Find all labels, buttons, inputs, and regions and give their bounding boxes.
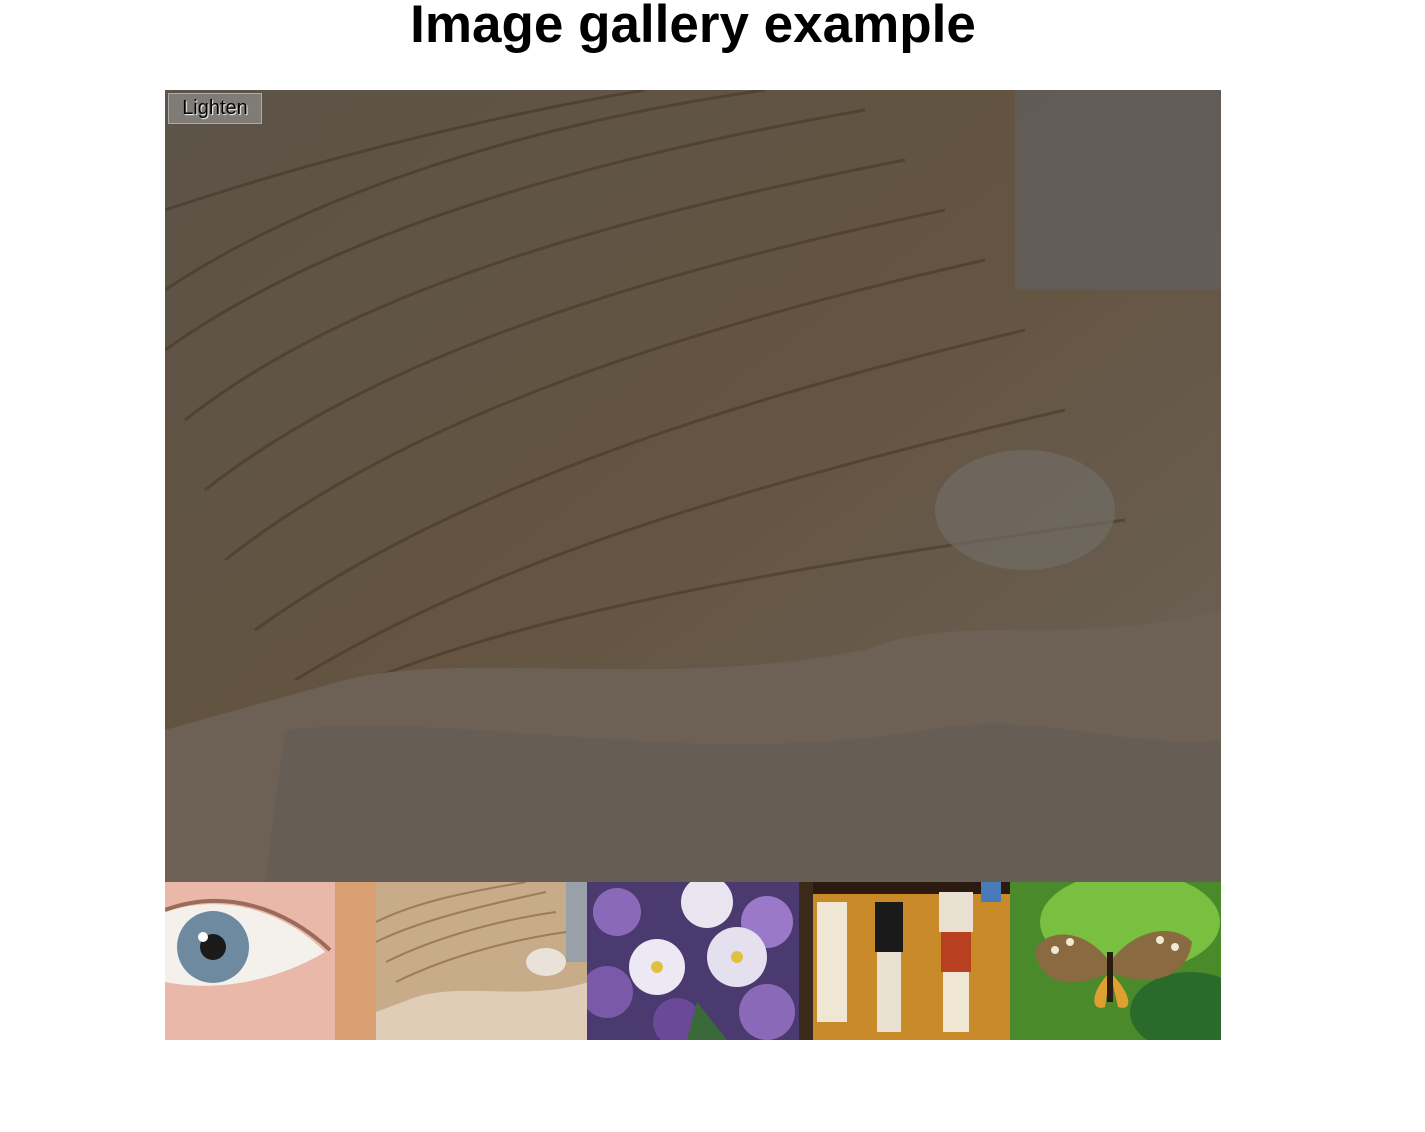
lighten-button[interactable]: Lighten (168, 93, 262, 124)
thumbnail-rock[interactable] (376, 882, 588, 1040)
darken-overlay (165, 90, 1221, 882)
thumbnail-eye[interactable] (165, 882, 377, 1040)
thumbnail-egyptian-painting[interactable] (798, 882, 1010, 1040)
displayed-image: Lighten (165, 90, 1221, 882)
thumbnail-flowers[interactable] (587, 882, 799, 1040)
page-title: Image gallery example (410, 0, 976, 54)
thumbnail-butterfly[interactable] (1009, 882, 1221, 1040)
thumbnail-bar (165, 882, 1221, 1040)
